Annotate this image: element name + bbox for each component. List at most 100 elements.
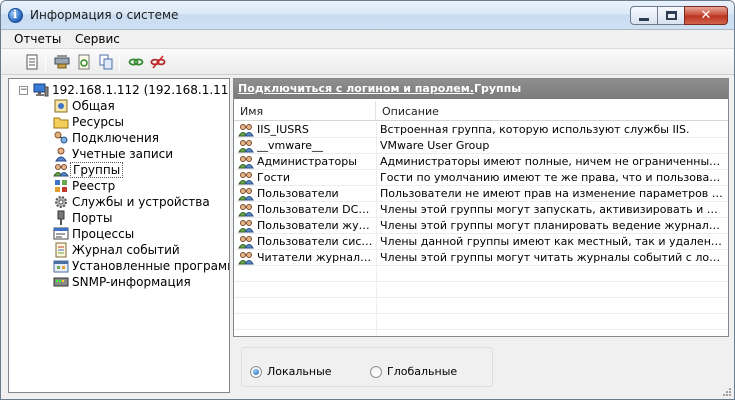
table-row[interactable]: Пользователи DCOM Члены этой группы могут…: [234, 202, 728, 218]
table-row[interactable]: __vmware__ VMware User Group: [234, 138, 728, 154]
resize-grip-icon[interactable]: [722, 387, 732, 397]
tree-item-accounts[interactable]: Учетные записи: [53, 146, 229, 162]
tree-item-label: SNMP-информация: [72, 275, 191, 289]
maximize-button[interactable]: [657, 6, 685, 25]
title-bar[interactable]: Информация о системе ✕: [1, 1, 734, 30]
scope-radio-group: Локальные Глобальные: [241, 347, 493, 387]
groups-icon: [53, 162, 69, 178]
group-name: IIS_IUSRS: [257, 123, 309, 136]
group-name-cell: Пользователи журн...: [238, 218, 374, 234]
group-icon: [238, 250, 254, 266]
disconnect-button[interactable]: [149, 53, 167, 71]
local-radio[interactable]: Локальные: [250, 365, 332, 378]
group-icon: [238, 138, 254, 154]
empty-row: [234, 282, 728, 298]
group-name: Администраторы: [257, 155, 357, 168]
tree-item-label: Процессы: [72, 227, 135, 241]
group-description: Встроенная группа, которую используют сл…: [380, 123, 690, 136]
report-icon: [26, 54, 38, 70]
group-description: Члены этой группы могут планировать веде…: [380, 219, 724, 232]
table-row[interactable]: Пользователи Пользователи не имеют прав н…: [234, 186, 728, 202]
report-button[interactable]: [23, 53, 41, 71]
global-radio[interactable]: Глобальные: [370, 365, 457, 378]
network-settings-icon: [54, 55, 70, 69]
table-row[interactable]: Пользователи систе... Члены данной группы…: [234, 234, 728, 250]
tree-item-label: Группы: [70, 162, 124, 178]
window-title: Информация о системе: [30, 8, 179, 22]
resources-icon: [53, 114, 69, 130]
table-row[interactable]: Гости Гости по умолчанию имеют те же прав…: [234, 170, 728, 186]
group-icon: [238, 234, 254, 250]
tree-item-services[interactable]: Службы и устройства: [53, 194, 229, 210]
group-icon: [238, 154, 254, 170]
menu-reports[interactable]: Отчеты: [11, 32, 64, 46]
tree-children: Общая Ресурсы Подключения Учетные записи…: [53, 98, 230, 290]
toolbar: [1, 49, 734, 75]
menu-service[interactable]: Сервис: [72, 32, 123, 46]
group-name: Пользователи DCOM: [257, 203, 374, 216]
empty-row: [234, 266, 728, 282]
global-radio-label: Глобальные: [387, 365, 458, 378]
connect-button[interactable]: [127, 53, 145, 71]
close-icon: ✕: [700, 8, 712, 23]
tree-item-event-log[interactable]: Журнал событий: [53, 242, 229, 258]
group-name-cell: Администраторы: [238, 154, 374, 170]
network-settings-button[interactable]: [53, 53, 71, 71]
group-name-cell: IIS_IUSRS: [238, 122, 374, 138]
panel-header: Подключиться с логином и паролем.Группы: [234, 79, 728, 99]
accounts-icon: [53, 146, 69, 162]
close-button[interactable]: ✕: [684, 6, 728, 25]
group-name-cell: Гости: [238, 170, 374, 186]
ports-icon: [53, 210, 69, 226]
table-row[interactable]: Читатели журнала с... Члены этой группы м…: [234, 250, 728, 266]
groups-list: IIS_IUSRS Встроенная группа, которую испо…: [234, 122, 728, 330]
computer-icon: [33, 82, 49, 98]
group-description: Администраторы имеют полные, ничем не ог…: [380, 155, 724, 168]
navigation-tree[interactable]: − 192.168.1.112 (192.168.1.112) Общая Ре…: [8, 78, 230, 393]
caption-buttons: ✕: [630, 6, 728, 25]
login-connect-link[interactable]: Подключиться с логином и паролем.: [238, 82, 474, 95]
group-description: VMware User Group: [380, 139, 490, 152]
tree-root-node[interactable]: − 192.168.1.112 (192.168.1.112): [19, 82, 230, 98]
tree-item-groups[interactable]: Группы: [53, 162, 229, 178]
info-icon: [8, 8, 23, 23]
tree-item-label: Подключения: [72, 131, 160, 145]
refresh-button[interactable]: [75, 53, 93, 71]
column-header-name[interactable]: Имя: [234, 101, 376, 121]
tree-item-label: Службы и устройства: [72, 195, 210, 209]
group-name: Пользователи систе...: [257, 235, 374, 248]
registry-icon: [53, 178, 69, 194]
tree-item-registry[interactable]: Реестр: [53, 178, 229, 194]
disconnect-icon: [150, 55, 166, 69]
group-icon: [238, 218, 254, 234]
minimize-button[interactable]: [630, 6, 658, 25]
groups-panel: Подключиться с логином и паролем.Группы …: [233, 78, 729, 337]
table-row[interactable]: IIS_IUSRS Встроенная группа, которую испо…: [234, 122, 728, 138]
tree-item-label: Порты: [72, 211, 113, 225]
tree-item-resources[interactable]: Ресурсы: [53, 114, 229, 130]
tree-item-installed-programs[interactable]: Установленные программы: [53, 258, 230, 274]
tree-item-label: Установленные программы: [72, 259, 230, 273]
column-header-description[interactable]: Описание: [376, 101, 728, 121]
copy-icon: [99, 54, 113, 70]
tree-root-label: 192.168.1.112 (192.168.1.112): [52, 83, 230, 97]
installed-programs-icon: [53, 258, 69, 274]
copy-button[interactable]: [97, 53, 115, 71]
tree-item-processes[interactable]: Процессы: [53, 226, 229, 242]
group-description: Гости по умолчанию имеют те же права, чт…: [380, 171, 724, 184]
system-info-window: Информация о системе ✕ Отчеты Сервис: [0, 0, 735, 400]
group-description: Члены этой группы могут читать журналы с…: [380, 251, 724, 264]
tree-item-general[interactable]: Общая: [53, 98, 229, 114]
collapse-icon[interactable]: −: [19, 85, 28, 95]
table-row[interactable]: Пользователи журн... Члены этой группы мо…: [234, 218, 728, 234]
tree-item-ports[interactable]: Порты: [53, 210, 229, 226]
tree-item-snmp[interactable]: SNMP-информация: [53, 274, 229, 290]
local-radio-label: Локальные: [267, 365, 332, 378]
table-row[interactable]: Администраторы Администраторы имеют полны…: [234, 154, 728, 170]
group-name-cell: Пользователи DCOM: [238, 202, 374, 218]
services-icon: [53, 194, 69, 210]
radio-unchecked-icon: [370, 365, 382, 378]
tree-item-label: Реестр: [72, 179, 116, 193]
tree-item-connections[interactable]: Подключения: [53, 130, 229, 146]
connections-icon: [53, 130, 69, 146]
